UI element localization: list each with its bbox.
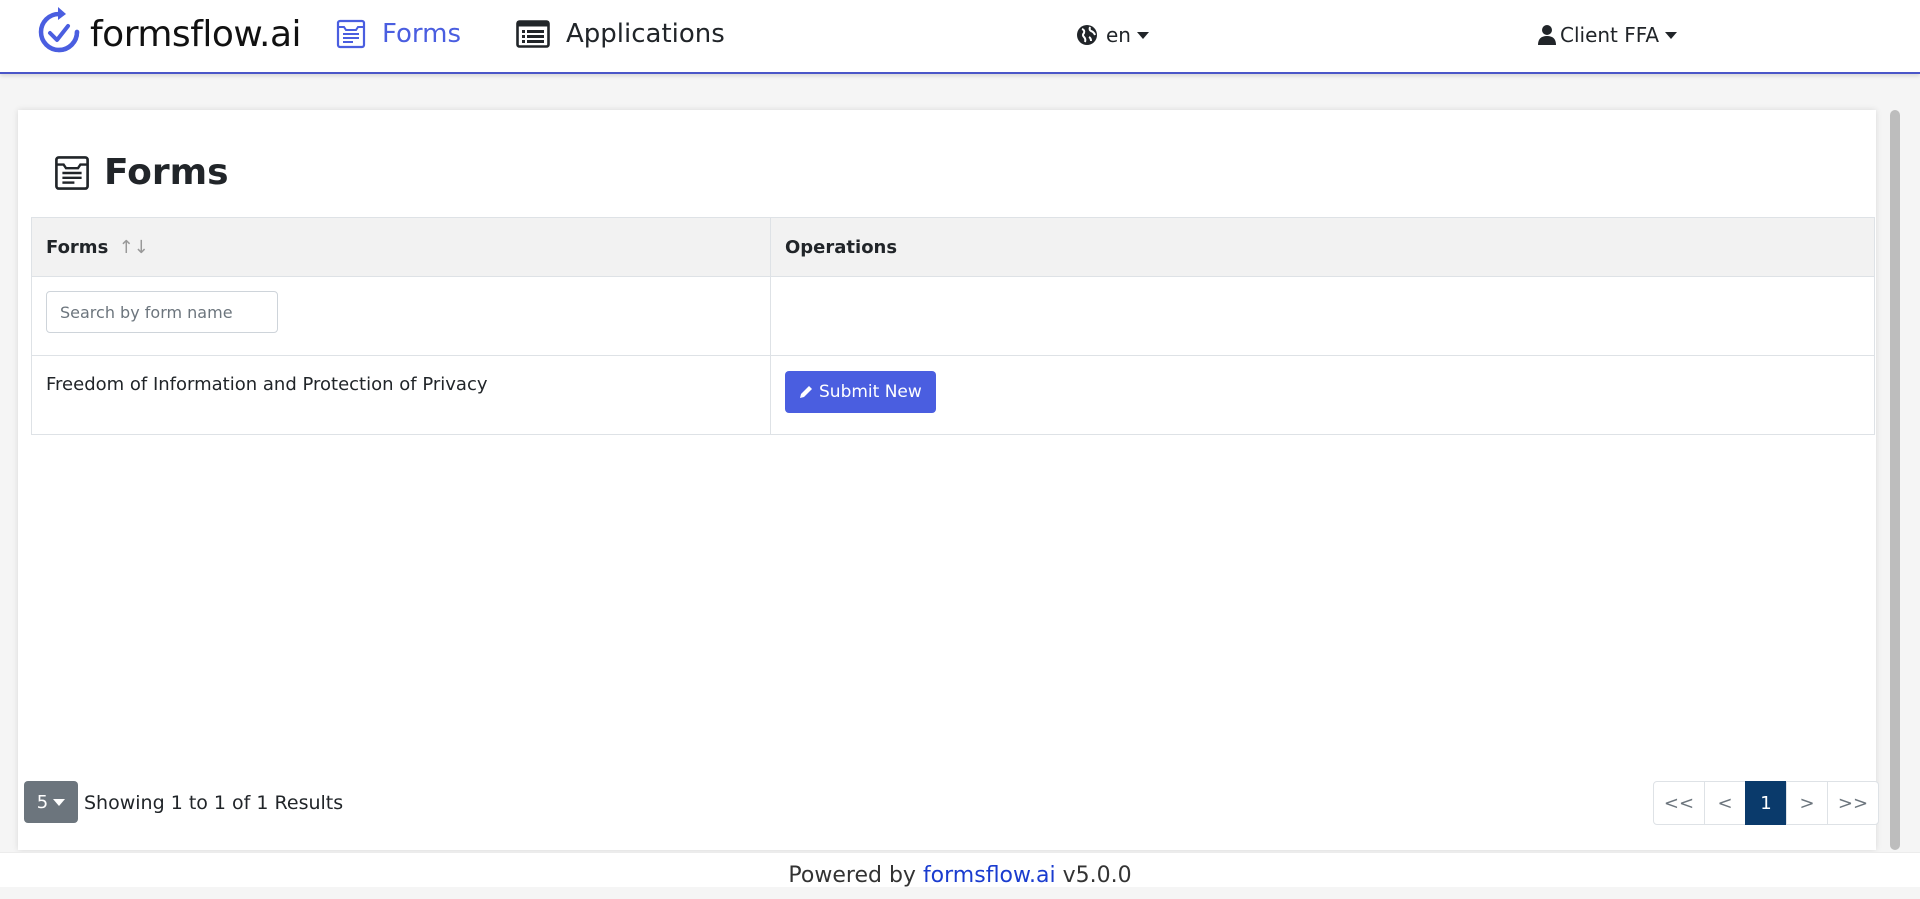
chevron-down-icon — [53, 798, 66, 806]
column-header-label: Forms — [46, 236, 109, 258]
formsflow-logo-icon — [36, 6, 82, 62]
top-navbar: formsflow.ai Forms Applications en Clien… — [0, 0, 1920, 74]
brand-logo[interactable]: formsflow.ai — [36, 6, 302, 62]
footer-version: v5.0.0 — [1062, 863, 1132, 888]
footer-link[interactable]: formsflow.ai — [923, 863, 1056, 888]
column-header-forms[interactable]: Forms ↑↓ — [31, 217, 771, 277]
nav-applications-label: Applications — [566, 19, 725, 49]
table-row: Freedom of Information and Protection of… — [31, 355, 1875, 435]
nav-forms-label: Forms — [382, 19, 462, 49]
filter-cell-empty — [770, 276, 1875, 356]
search-input[interactable] — [46, 291, 278, 333]
list-icon — [516, 20, 550, 48]
previous-page-button[interactable]: < — [1704, 781, 1746, 825]
pagination: << < 1 > >> — [1653, 781, 1879, 825]
pencil-icon — [799, 385, 813, 399]
user-dropdown[interactable]: Client FFA — [1538, 20, 1678, 50]
brand-name: formsflow.ai — [90, 13, 302, 55]
operations-cell: Submit New — [770, 355, 1875, 435]
forms-icon — [54, 155, 90, 191]
page-size-dropdown[interactable]: 5 — [24, 781, 78, 823]
nav-forms[interactable]: Forms — [336, 14, 461, 54]
filter-cell — [31, 276, 771, 356]
forms-card: Forms Forms ↑↓ Operations Search by form… — [18, 110, 1879, 850]
submit-new-label: Submit New — [819, 382, 922, 402]
page-1-button[interactable]: 1 — [1745, 781, 1787, 825]
results-summary: Showing 1 to 1 of 1 Results — [84, 792, 344, 814]
filter-row — [31, 276, 1875, 356]
column-header-operations: Operations — [770, 217, 1875, 277]
form-name: Freedom of Information and Protection of… — [46, 374, 488, 395]
forms-icon — [336, 19, 366, 49]
last-page-button[interactable]: >> — [1827, 781, 1879, 825]
next-page-button[interactable]: > — [1786, 781, 1828, 825]
chevron-down-icon — [1665, 31, 1678, 39]
page-footer: Powered by formsflow.ai v5.0.0 — [0, 852, 1920, 888]
language-dropdown[interactable]: en — [1076, 20, 1149, 50]
table-header-row: Forms ↑↓ Operations — [31, 217, 1875, 277]
page-heading: Forms — [104, 152, 229, 193]
submit-new-button[interactable]: Submit New — [785, 371, 936, 413]
form-name-cell: Freedom of Information and Protection of… — [31, 355, 771, 435]
page-title: Forms — [54, 152, 229, 193]
page-size-value: 5 — [36, 791, 49, 813]
nav-applications[interactable]: Applications — [516, 14, 725, 54]
chevron-down-icon — [1136, 31, 1149, 39]
language-label: en — [1106, 23, 1131, 47]
user-icon — [1538, 24, 1556, 46]
user-name: Client FFA — [1560, 23, 1660, 47]
vertical-scrollbar[interactable] — [1890, 110, 1900, 850]
sort-icon[interactable]: ↑↓ — [119, 237, 149, 258]
globe-icon — [1076, 24, 1098, 46]
column-header-label: Operations — [785, 236, 898, 258]
footer-prefix: Powered by — [788, 863, 916, 888]
first-page-button[interactable]: << — [1653, 781, 1705, 825]
forms-table: Forms ↑↓ Operations Freedom of Informati… — [31, 217, 1875, 435]
